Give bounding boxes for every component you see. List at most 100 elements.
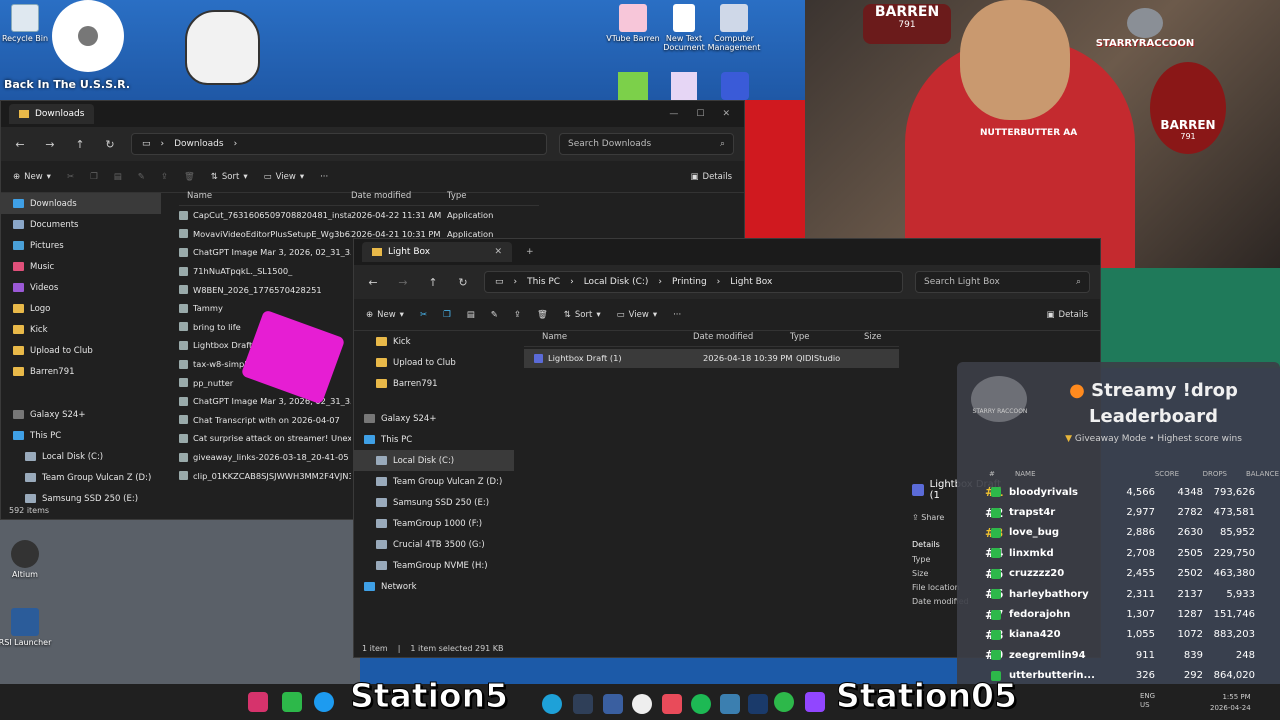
cut-icon[interactable]: ✂ <box>67 172 74 182</box>
altium-shortcut[interactable]: Altium <box>0 540 56 579</box>
breadcrumb-local-disk[interactable]: Local Disk (C:) <box>584 277 649 287</box>
sidebar-item[interactable]: Crucial 4TB 3500 (G:) <box>354 534 514 555</box>
sidebar-item[interactable]: Local Disk (C:) <box>354 450 514 471</box>
rsi-launcher-shortcut[interactable]: RSI Launcher <box>0 608 56 647</box>
app-icon[interactable] <box>720 694 740 714</box>
lightbox-address-bar[interactable]: ▭ › This PC › Local Disk (C:) › Printing… <box>484 271 903 293</box>
details-button[interactable]: ▣ Details <box>1047 310 1089 320</box>
back-arrow-icon[interactable]: ← <box>364 276 382 289</box>
minimize-icon[interactable]: — <box>669 109 678 119</box>
forward-arrow-icon[interactable]: → <box>41 138 59 151</box>
sidebar-item[interactable]: Galaxy S24+ <box>354 408 514 429</box>
breadcrumb-downloads[interactable]: Downloads <box>174 139 223 149</box>
column-name[interactable]: Name <box>524 332 689 342</box>
chrome-icon[interactable] <box>632 694 652 714</box>
address-bar[interactable]: ▭ › Downloads › <box>131 133 547 155</box>
recycle-bin-shortcut[interactable]: Recycle Bin <box>0 4 56 43</box>
column-date[interactable]: Date modified <box>351 191 447 201</box>
column-size[interactable]: Size <box>864 332 881 342</box>
sidebar-item-documents[interactable]: Documents <box>1 214 161 235</box>
sort-button[interactable]: ⇅ Sort ▾ <box>564 310 601 320</box>
file-row[interactable]: CapCut_7631606509708820481_installer 2026… <box>179 206 539 225</box>
sidebar-item[interactable]: Barren791 <box>354 373 514 394</box>
sidebar-item[interactable]: Team Group Vulcan Z (D:) <box>354 471 514 492</box>
new-button[interactable]: ⊕ New ▾ <box>13 172 51 182</box>
sidebar-item-pictures[interactable]: Pictures <box>1 235 161 256</box>
breadcrumb-light-box[interactable]: Light Box <box>730 277 772 287</box>
sort-button[interactable]: ⇅ Sort ▾ <box>211 172 248 182</box>
sidebar-item-galaxy-s24[interactable]: Galaxy S24+ <box>1 404 161 425</box>
clock[interactable]: 1:55 PM 2026-04-24 <box>1210 692 1251 714</box>
share-icon[interactable]: ⇪ <box>514 310 521 320</box>
sidebar-item-this-pc[interactable]: This PC <box>1 425 161 446</box>
documents-icon <box>13 220 24 229</box>
tab-close-icon[interactable]: ✕ <box>494 247 502 257</box>
store-icon[interactable] <box>573 694 593 714</box>
sidebar-item[interactable]: This PC <box>354 429 514 450</box>
sidebar-item-videos[interactable]: Videos <box>1 277 161 298</box>
lightbox-tab[interactable]: Light Box ✕ <box>362 242 512 262</box>
app-icon[interactable] <box>662 694 682 714</box>
green-cube-icon[interactable] <box>618 72 648 100</box>
refresh-icon[interactable]: ↻ <box>454 276 472 289</box>
back-arrow-icon[interactable]: ← <box>11 138 29 151</box>
up-arrow-icon[interactable]: ↑ <box>71 138 89 151</box>
sidebar-item-logo[interactable]: Logo <box>1 298 161 319</box>
bg-app-icon[interactable] <box>748 694 768 714</box>
sidebar-item-downloads[interactable]: Downloads <box>1 193 161 214</box>
column-date[interactable]: Date modified <box>689 332 786 342</box>
blue-cube-app-icon[interactable] <box>721 72 749 100</box>
streamer-face <box>960 0 1070 120</box>
new-button[interactable]: ⊕ New ▾ <box>366 310 404 320</box>
delete-icon[interactable]: 🗑 <box>184 172 195 182</box>
search-downloads-input[interactable]: Search Downloads ⌕ <box>559 133 734 155</box>
forward-arrow-icon[interactable]: → <box>394 276 412 289</box>
view-button[interactable]: ▭ View ▾ <box>264 172 304 182</box>
close-icon[interactable]: ✕ <box>722 109 730 119</box>
up-arrow-icon[interactable]: ↑ <box>424 276 442 289</box>
downloads-tab-bar: Downloads — ☐ ✕ <box>1 101 744 127</box>
purple-app-icon[interactable] <box>671 72 697 100</box>
app-icon[interactable] <box>603 694 623 714</box>
refresh-icon[interactable]: ↻ <box>101 138 119 151</box>
new-tab-icon[interactable]: + <box>526 247 534 257</box>
pc-icon <box>13 431 24 440</box>
more-options-button[interactable]: ··· <box>320 172 328 182</box>
sidebar-item[interactable]: TeamGroup 1000 (F:) <box>354 513 514 534</box>
column-type[interactable]: Type <box>786 332 864 342</box>
cut-icon[interactable]: ✂ <box>420 310 427 320</box>
share-icon[interactable]: ⇪ <box>161 172 168 182</box>
downloads-tab[interactable]: Downloads <box>9 104 95 124</box>
paste-icon[interactable]: ▤ <box>467 310 475 320</box>
sidebar-item[interactable]: Samsung SSD 250 (E:) <box>354 492 514 513</box>
sidebar-item[interactable]: Kick <box>354 331 514 352</box>
search-lightbox-input[interactable]: Search Light Box ⌕ <box>915 271 1090 293</box>
view-button[interactable]: ▭ View ▾ <box>617 310 657 320</box>
copy-icon[interactable]: ❐ <box>443 310 451 320</box>
breadcrumb-this-pc[interactable]: This PC <box>527 277 560 287</box>
sidebar-item-kick[interactable]: Kick <box>1 319 161 340</box>
copy-icon[interactable]: ❐ <box>90 172 98 182</box>
spotify-icon[interactable] <box>691 694 711 714</box>
edge-icon[interactable] <box>542 694 562 714</box>
sidebar-item-local-disk-c[interactable]: Local Disk (C:) <box>1 446 161 467</box>
rename-icon[interactable]: ✎ <box>138 172 145 182</box>
more-options-button[interactable]: ··· <box>673 310 681 320</box>
details-button[interactable]: ▣ Details <box>691 172 733 182</box>
maximize-icon[interactable]: ☐ <box>696 109 704 119</box>
sidebar-item[interactable]: Network <box>354 576 514 597</box>
delete-icon[interactable]: 🗑 <box>537 310 548 320</box>
sidebar-item-upload-to-club[interactable]: Upload to Club <box>1 340 161 361</box>
rename-icon[interactable]: ✎ <box>491 310 498 320</box>
sidebar-item-team-group-d[interactable]: Team Group Vulcan Z (D:) <box>1 467 161 488</box>
sidebar-item-music[interactable]: Music <box>1 256 161 277</box>
paste-icon[interactable]: ▤ <box>114 172 122 182</box>
breadcrumb-printing[interactable]: Printing <box>672 277 707 287</box>
sidebar-item-barren791[interactable]: Barren791 <box>1 361 161 382</box>
column-type[interactable]: Type <box>447 191 467 201</box>
sidebar-item[interactable]: TeamGroup NVME (H:) <box>354 555 514 576</box>
column-name[interactable]: Name <box>179 191 351 201</box>
file-row-lightbox-draft[interactable]: Lightbox Draft (1) 2026-04-18 10:39 PM Q… <box>524 349 899 368</box>
sidebar-item[interactable]: Upload to Club <box>354 352 514 373</box>
computer-management-shortcut[interactable]: Computer Management <box>703 4 765 52</box>
